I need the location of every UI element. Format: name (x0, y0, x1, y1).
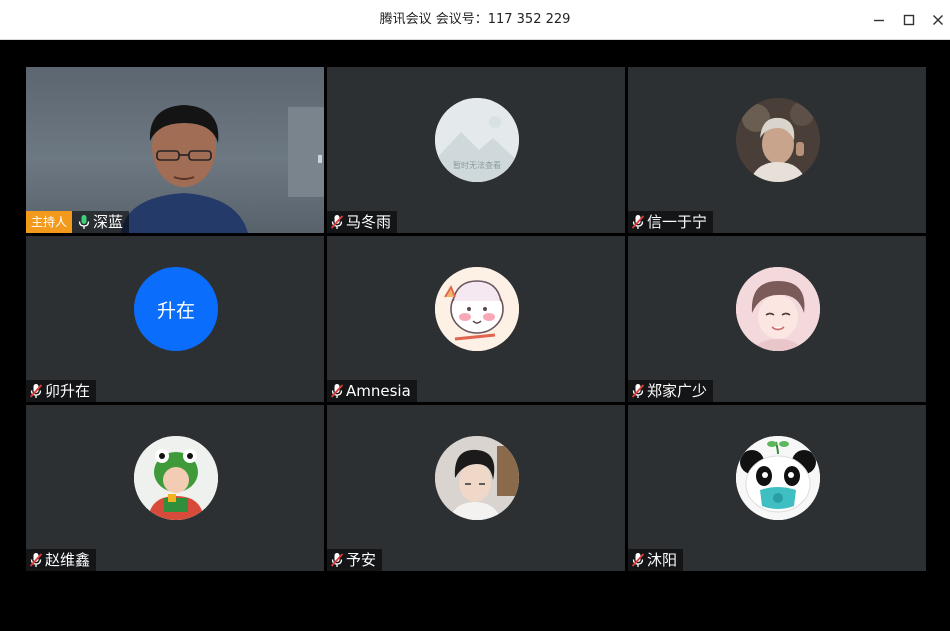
name-tag: Amnesia (327, 380, 417, 402)
title-bar: 腾讯会议 会议号：117 352 229 (0, 0, 950, 40)
close-icon (933, 15, 943, 25)
mic-muted-icon (330, 384, 344, 398)
participant-tile[interactable]: 主持人 深蓝 (26, 67, 324, 233)
placeholder-image-icon: 暂时无法查看 (435, 98, 519, 182)
participant-name: Amnesia (346, 382, 411, 400)
mic-muted-icon (29, 553, 43, 567)
participant-tile[interactable]: 信一于宁 (628, 67, 926, 233)
mic-muted-icon (29, 384, 43, 398)
video-person (121, 105, 324, 233)
photo-young-man-avatar (435, 436, 519, 520)
window-title: 腾讯会议 会议号：117 352 229 (379, 12, 571, 27)
participant-name: 郑家广少 (647, 382, 708, 400)
mic-muted-icon (330, 215, 344, 229)
participant-tile[interactable]: 暂时无法查看 马冬雨 (327, 67, 625, 233)
name-tag: 主持人 深蓝 (26, 211, 130, 233)
avatar (435, 267, 519, 351)
close-button[interactable] (926, 8, 950, 32)
name-tag: 卯升在 (26, 380, 97, 402)
mic-on-icon (78, 215, 90, 229)
cartoon-girl-avatar (435, 267, 519, 351)
minimize-icon (874, 19, 884, 22)
host-badge: 主持人 (26, 211, 73, 233)
name-tag: 信一于宁 (628, 211, 714, 233)
mic-muted-icon (631, 384, 645, 398)
photo-child-frog-hat-avatar (134, 436, 218, 520)
placeholder-caption: 暂时无法查看 (453, 160, 501, 170)
participant-tile[interactable]: 沐阳 (628, 405, 926, 571)
participant-tile[interactable]: 赵维鑫 (26, 405, 324, 571)
participant-tile[interactable]: 升在 卯升在 (26, 236, 324, 402)
panda-with-mask-avatar (736, 436, 820, 520)
video-feed (26, 67, 324, 233)
participant-name: 予安 (346, 551, 377, 569)
name-tag: 予安 (327, 549, 383, 571)
name-tag: 沐阳 (628, 549, 684, 571)
avatar (435, 436, 519, 520)
avatar (736, 267, 820, 351)
name-tag: 郑家广少 (628, 380, 714, 402)
avatar (134, 436, 218, 520)
participant-name: 沐阳 (647, 551, 678, 569)
participant-name: 信一于宁 (647, 213, 708, 231)
mic-muted-icon (631, 215, 645, 229)
avatar (736, 436, 820, 520)
participant-name: 卯升在 (45, 382, 91, 400)
participant-tile[interactable]: 予安 (327, 405, 625, 571)
participant-grid: 主持人 深蓝 暂时无法查看 马冬雨 信一于宁 升在 卯升在 Amnesia 郑家… (24, 66, 927, 572)
maximize-icon (903, 14, 915, 26)
name-tag: 赵维鑫 (26, 549, 97, 571)
name-tag: 马冬雨 (327, 211, 398, 233)
mic-muted-icon (631, 553, 645, 567)
participant-name: 深蓝 (93, 213, 124, 231)
anime-boy-avatar (736, 267, 820, 351)
avatar (736, 98, 820, 182)
mic-muted-icon (330, 553, 344, 567)
text-avatar: 升在 (134, 267, 218, 351)
participant-name: 马冬雨 (346, 213, 392, 231)
maximize-button[interactable] (897, 8, 921, 32)
photo-man-avatar (736, 98, 820, 182)
meeting-stage: 主持人 深蓝 暂时无法查看 马冬雨 信一于宁 升在 卯升在 Amnesia 郑家… (0, 40, 950, 631)
avatar: 暂时无法查看 (435, 98, 519, 182)
participant-name: 赵维鑫 (45, 551, 91, 569)
minimize-button[interactable] (867, 8, 891, 32)
participant-tile[interactable]: 郑家广少 (628, 236, 926, 402)
participant-tile[interactable]: Amnesia (327, 236, 625, 402)
